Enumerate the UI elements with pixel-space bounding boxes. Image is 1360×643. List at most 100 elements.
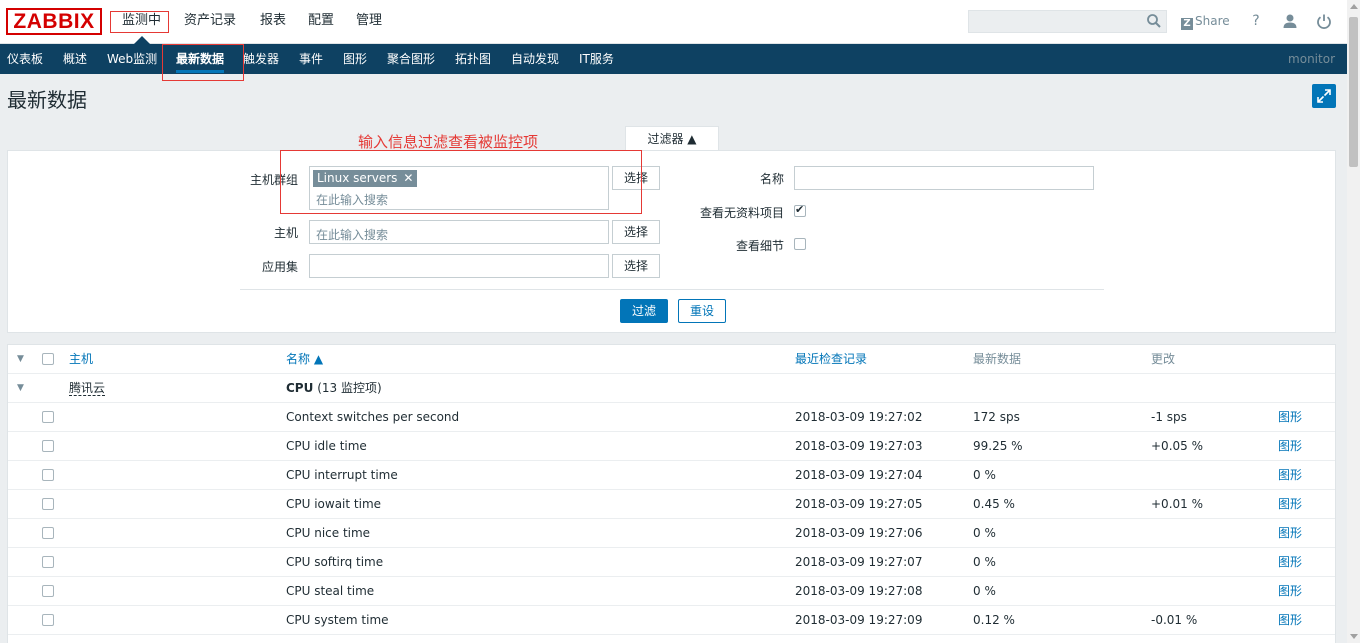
header-last-value: 最新数据 [973,352,1022,366]
select-all-checkbox[interactable] [42,353,54,365]
fullscreen-button[interactable] [1312,84,1336,108]
application-input[interactable] [309,254,609,278]
scroll-down-arrow-icon[interactable] [1350,634,1358,639]
graph-link[interactable]: 图形 [1278,403,1302,432]
top-menu-administration[interactable]: 管理 [356,0,382,44]
help-icon[interactable]: ? [1248,13,1264,29]
annotation-box-host-group [280,150,642,214]
table-row: CPU iowait time 2018-03-09 19:27:05 0.45 %… [8,490,1335,519]
nav-triggers[interactable]: 触发器 [243,44,279,74]
share-link[interactable]: Z Share [1181,13,1230,30]
name-input[interactable] [794,166,1094,190]
current-user: monitor [1288,52,1335,66]
host-input[interactable]: 在此输入搜索 [309,220,609,244]
filter-apply-button[interactable]: 过滤 [620,299,668,323]
group-application-name: CPU [286,381,314,395]
table-row: CPU steal time 2018-03-09 19:27:08 0 % 图形 [8,577,1335,606]
item-change: -0.01 % [1151,613,1198,627]
nav-discovery[interactable]: 自动发现 [511,44,559,74]
annotation-text: 输入信息过滤查看被监控项 [358,133,539,151]
active-menu-caret [134,36,150,44]
row-checkbox[interactable] [42,527,54,539]
page-scrollbar[interactable] [1347,0,1360,643]
collapse-group-icon[interactable]: ▼ [17,374,24,403]
graph-link[interactable]: 图形 [1278,548,1302,577]
scrollbar-thumb[interactable] [1349,17,1358,167]
zabbix-logo[interactable]: ZABBIX [6,8,102,35]
annotation-box-latest-data [162,44,244,81]
scroll-up-arrow-icon[interactable] [1350,4,1358,9]
filter-tab[interactable]: 过滤器 ▲ [625,126,719,151]
nav-overview[interactable]: 概述 [63,44,87,74]
table-group-row: ▼ 腾讯云 CPU (13 监控项) [8,374,1335,403]
user-profile-icon[interactable] [1282,13,1298,29]
global-search-input[interactable] [968,10,1167,33]
item-last-check: 2018-03-09 19:27:03 [795,439,923,453]
item-last-check: 2018-03-09 19:27:05 [795,497,923,511]
table-row: CPU idle time 2018-03-09 19:27:03 99.25 % +… [8,432,1335,461]
filter-divider [240,289,1104,290]
top-menu-reports[interactable]: 报表 [260,0,286,44]
filter-reset-button[interactable]: 重设 [678,299,726,323]
filter-panel: 主机群组 Linux servers ✕ 在此输入搜索 选择 主机 在此输入搜索 … [7,150,1336,333]
row-checkbox[interactable] [42,411,54,423]
graph-link[interactable]: 图形 [1278,432,1302,461]
item-last-check: 2018-03-09 19:27:07 [795,555,923,569]
show-items-without-data-checkbox[interactable] [794,203,806,217]
collapse-all-icon[interactable]: ▼ [17,345,24,374]
item-name: CPU nice time [286,526,371,540]
item-last-value: 0 % [973,468,996,482]
nav-web-monitoring[interactable]: Web监测 [107,44,157,74]
item-change: +0.05 % [1151,439,1203,453]
item-last-value: 0 % [973,526,996,540]
group-host-cell[interactable]: 腾讯云 [69,374,106,403]
item-change: -1 sps [1151,410,1187,424]
application-select-button[interactable]: 选择 [612,254,660,278]
header-change: 更改 [1151,352,1176,366]
item-last-check: 2018-03-09 19:27:09 [795,613,923,627]
graph-link[interactable]: 图形 [1278,606,1302,635]
graph-link[interactable]: 图形 [1278,461,1302,490]
header-name[interactable]: 名称 ▲ [286,345,323,374]
row-checkbox[interactable] [42,585,54,597]
nav-it-services[interactable]: IT服务 [579,44,614,74]
name-label: 名称 [759,172,784,186]
latest-data-table: ▼ 主机 名称 ▲ 最近检查记录 最新数据 更改 ▼ 腾讯云 CPU (13 监… [7,344,1336,643]
header-host[interactable]: 主机 [69,345,93,374]
search-icon[interactable] [1146,13,1162,29]
row-checkbox[interactable] [42,440,54,452]
group-host-name[interactable]: 腾讯云 [69,381,106,396]
share-icon: Z [1181,18,1193,30]
table-row: CPU nice time 2018-03-09 19:27:06 0 % 图形 [8,519,1335,548]
application-label: 应用集 [261,260,298,274]
host-select-button[interactable]: 选择 [612,220,660,244]
item-last-value: 0 % [973,555,996,569]
graph-link[interactable]: 图形 [1278,577,1302,606]
nav-screens[interactable]: 聚合图形 [387,44,435,74]
row-checkbox[interactable] [42,469,54,481]
header-last-check[interactable]: 最近检查记录 [795,345,867,374]
nav-events[interactable]: 事件 [299,44,323,74]
row-checkbox[interactable] [42,498,54,510]
item-change: +0.01 % [1151,497,1203,511]
nav-maps[interactable]: 拓扑图 [455,44,491,74]
item-last-check: 2018-03-09 19:27:02 [795,410,923,424]
group-item-count: (13 监控项) [317,381,382,395]
top-menu-inventory[interactable]: 资产记录 [184,0,236,44]
row-checkbox[interactable] [42,614,54,626]
top-menu-configuration[interactable]: 配置 [308,0,334,44]
nav-dashboard[interactable]: 仪表板 [7,44,43,74]
show-details-checkbox[interactable] [794,238,806,250]
host-placeholder: 在此输入搜索 [316,228,389,242]
item-last-value: 0.45 % [973,497,1015,511]
graph-link[interactable]: 图形 [1278,519,1302,548]
item-name: CPU softirq time [286,555,384,569]
sign-out-icon[interactable] [1316,13,1332,29]
row-checkbox[interactable] [42,556,54,568]
top-bar: ZABBIX 监测中 资产记录 报表 配置 管理 Z Share ? [0,0,1347,44]
item-name: CPU system time [286,613,389,627]
nav-graphs[interactable]: 图形 [343,44,367,74]
item-last-check: 2018-03-09 19:27:04 [795,468,923,482]
graph-link[interactable]: 图形 [1278,490,1302,519]
group-application-cell: CPU (13 监控项) [286,374,382,403]
